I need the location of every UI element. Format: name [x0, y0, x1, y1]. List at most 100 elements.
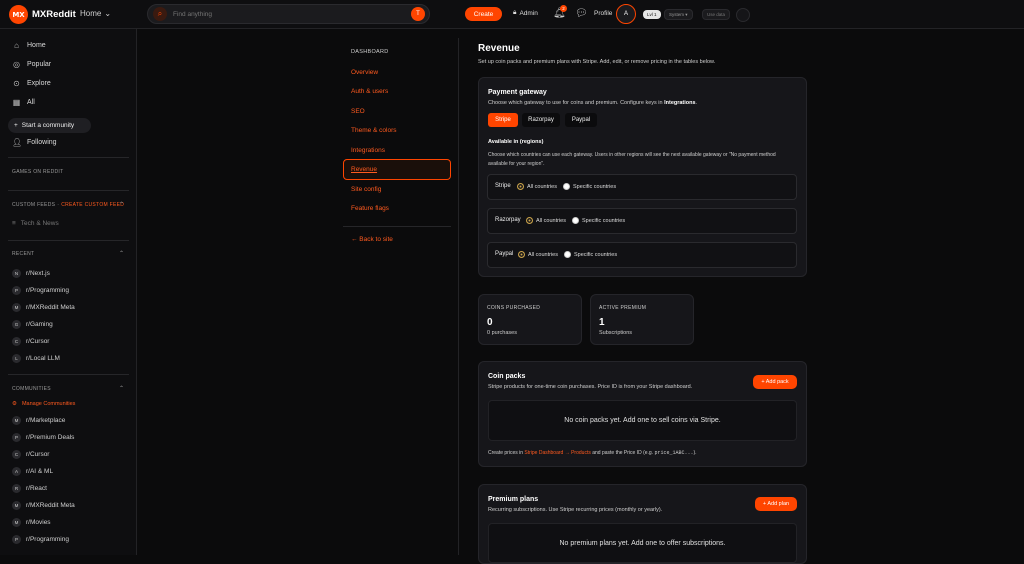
sidebar-item-all[interactable]: ▦ All	[12, 98, 35, 107]
stat-label: ACTIVE PREMIUM	[599, 305, 647, 311]
gateway-paypal-button[interactable]: Paypal	[565, 113, 597, 127]
back-to-site-link[interactable]: ← Back to site	[351, 236, 393, 243]
admin-nav-site-config[interactable]: Site config	[351, 186, 381, 193]
custom-feeds-section-title[interactable]: CUSTOM FEEDS · CREATE CUSTOM FEED	[12, 202, 124, 208]
lock-icon: 🔒︎	[513, 9, 517, 16]
recent-item[interactable]: Pr/Programming	[12, 286, 69, 295]
sidebar-item-following[interactable]: 👤︎ Following	[12, 138, 57, 147]
community-item[interactable]: Ar/AI & ML	[12, 467, 53, 476]
community-avatar: C	[12, 450, 21, 459]
sidebar-item-home[interactable]: ⌂ Home	[12, 41, 46, 50]
community-name: r/Programming	[26, 536, 69, 543]
community-avatar: P	[12, 286, 21, 295]
radio-specific-countries[interactable]: Specific countries	[563, 183, 616, 190]
recent-item[interactable]: Gr/Gaming	[12, 320, 53, 329]
admin-nav-seo[interactable]: SEO	[351, 108, 365, 115]
recent-item[interactable]: Cr/Cursor	[12, 337, 49, 346]
popular-icon: ◎	[13, 60, 20, 69]
gateway-stripe-button[interactable]: Stripe	[488, 113, 518, 127]
sidebar-item-label: Explore	[27, 80, 51, 87]
page-subtitle: Set up coin packs and premium plans with…	[478, 59, 716, 65]
radio-all-countries[interactable]: All countries	[517, 183, 557, 190]
avatar[interactable]: A	[616, 4, 636, 24]
start-community-button[interactable]: + Start a community	[8, 118, 91, 133]
gear-icon: ⚙	[12, 401, 17, 407]
radio-unselected-icon	[563, 183, 570, 190]
stat-label: COINS PURCHASED	[487, 305, 541, 311]
search-input[interactable]	[173, 10, 373, 18]
recent-item[interactable]: Lr/Local LLM	[12, 354, 60, 363]
admin-nav-revenue[interactable]: Revenue	[351, 166, 377, 173]
integrations-link[interactable]: Integrations	[664, 100, 695, 106]
admin-nav-integrations[interactable]: Integrations	[351, 147, 385, 154]
radio-all-countries[interactable]: All countries	[526, 217, 566, 224]
sidebar-item-popular[interactable]: ◎ Popular	[12, 60, 51, 69]
chevron-up-icon[interactable]: ⌃	[119, 385, 124, 392]
radio-unselected-icon	[564, 251, 571, 258]
content-divider	[458, 38, 459, 555]
radio-specific-countries[interactable]: Specific countries	[572, 217, 625, 224]
stripe-dashboard-link[interactable]: Stripe Dashboard → Products	[524, 450, 590, 456]
search-bar[interactable]: ⌕ T	[147, 4, 430, 24]
community-item[interactable]: Pr/Premium Deals	[12, 433, 74, 442]
recent-item[interactable]: Mr/MXReddit Meta	[12, 303, 75, 312]
use-data-button[interactable]: Use data	[702, 9, 731, 20]
coin-packs-desc: Stripe products for one-time coin purcha…	[488, 384, 693, 390]
create-button[interactable]: Create	[465, 7, 502, 21]
chat-icon[interactable]: 💬︎	[575, 8, 588, 19]
community-name: r/Programming	[26, 287, 69, 294]
plus-icon: +	[14, 122, 18, 129]
more-menu-button[interactable]	[736, 8, 750, 22]
admin-nav-feature-flags[interactable]: Feature flags	[351, 205, 389, 212]
community-name: r/Movies	[26, 519, 51, 526]
home-dropdown[interactable]: Home ⌄	[80, 9, 111, 18]
radio-all-countries[interactable]: All countries	[518, 251, 558, 258]
admin-nav-theme-colors[interactable]: Theme & colors	[351, 127, 397, 134]
add-plan-button[interactable]: + Add plan	[755, 497, 797, 511]
games-section-title[interactable]: GAMES ON REDDIT	[12, 169, 63, 175]
region-row-paypal: Paypal All countries Specific countries	[487, 242, 797, 268]
community-avatar: P	[12, 535, 21, 544]
manage-communities-link[interactable]: ⚙ Manage Communities	[12, 401, 75, 407]
community-item[interactable]: Cr/Cursor	[12, 450, 49, 459]
profile-label[interactable]: Profile	[594, 10, 612, 17]
search-shortcut-badge[interactable]: T	[411, 7, 425, 21]
community-avatar: M	[12, 303, 21, 312]
payment-gateway-title: Payment gateway	[488, 89, 547, 96]
admin-nav-auth-users[interactable]: Auth & users	[351, 88, 388, 95]
logo-icon[interactable]: MX	[9, 5, 28, 24]
radio-specific-countries[interactable]: Specific countries	[564, 251, 617, 258]
community-name: r/MXReddit Meta	[26, 304, 75, 311]
community-item[interactable]: Mr/Marketplace	[12, 416, 65, 425]
top-bar: MX MXReddit Home⌄ ⌕ T Create 🔒︎Admin 🔔︎2…	[0, 0, 1024, 29]
add-pack-button[interactable]: + Add pack	[753, 375, 797, 389]
stat-sub: Subscriptions	[599, 330, 633, 336]
community-item[interactable]: Pr/Programming	[12, 535, 69, 544]
theme-select[interactable]: System ▾	[664, 9, 693, 20]
custom-feed-tech-news[interactable]: ≡ Tech & News	[12, 220, 59, 227]
radio-selected-icon	[526, 217, 533, 224]
chevron-up-icon[interactable]: ⌃	[119, 250, 124, 257]
brand-name[interactable]: MXReddit	[32, 9, 76, 20]
notifications-button[interactable]: 🔔︎ 2	[553, 5, 567, 19]
community-item[interactable]: Mr/Movies	[12, 518, 51, 527]
sidebar-item-label: Following	[27, 139, 57, 146]
region-row-stripe: Stripe All countries Specific countries	[487, 174, 797, 200]
gateway-razorpay-button[interactable]: Razorpay	[522, 113, 560, 127]
recent-item[interactable]: Nr/Next.js	[12, 269, 50, 278]
admin-nav-overview[interactable]: Overview	[351, 69, 378, 76]
community-item[interactable]: Rr/React	[12, 484, 47, 493]
admin-link[interactable]: 🔒︎ Admin	[513, 9, 538, 17]
coin-packs-footnote: Create prices in Stripe Dashboard → Prod…	[488, 450, 697, 456]
community-item[interactable]: Mr/MXReddit Meta	[12, 501, 75, 510]
create-custom-feed-link[interactable]: CREATE CUSTOM FEED	[61, 202, 124, 208]
communities-section-title[interactable]: COMMUNITIES	[12, 386, 51, 392]
chevron-up-icon[interactable]: ⌃	[119, 201, 124, 208]
recent-section-title[interactable]: RECENT	[12, 251, 34, 257]
community-name: r/React	[26, 485, 47, 492]
desc-text: Choose which gateway to use for coins an…	[488, 100, 665, 106]
community-name: r/Cursor	[26, 451, 50, 458]
page-title: Revenue	[478, 43, 520, 54]
community-avatar: M	[12, 518, 21, 527]
sidebar-item-explore[interactable]: ⊙ Explore	[12, 79, 51, 88]
